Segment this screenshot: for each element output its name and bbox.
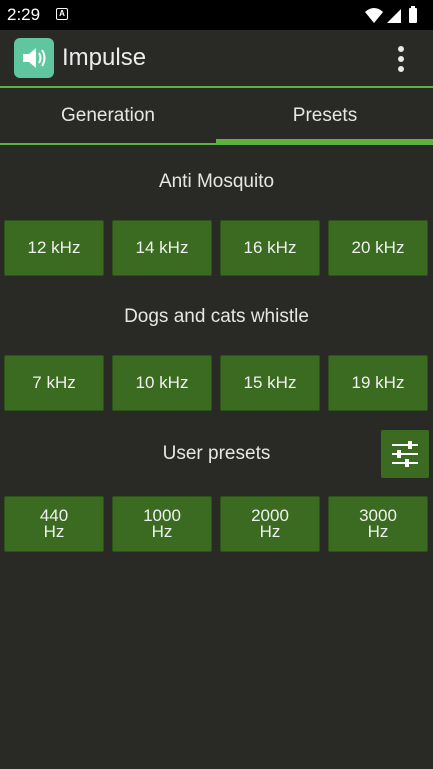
section-title-user: User presets: [162, 443, 271, 464]
preset-button-dogs-1[interactable]: 7 kHz: [4, 355, 104, 411]
user-preset-button-1[interactable]: 440 Hz: [4, 496, 104, 552]
user-preset-button-2[interactable]: 1000 Hz: [112, 496, 212, 552]
section-title-mosquito: Anti Mosquito: [158, 171, 275, 192]
app-bar: Impulse: [0, 30, 433, 88]
preset-button-mosquito-1[interactable]: 12 kHz: [4, 220, 104, 276]
signal-icon: [387, 9, 401, 23]
battery-icon: [409, 6, 417, 23]
section-title-dogs: Dogs and cats whistle: [124, 306, 309, 327]
preset-button-mosquito-3[interactable]: 16 kHz: [220, 220, 320, 276]
app-title: Impulse: [62, 44, 147, 71]
preset-button-dogs-2[interactable]: 10 kHz: [112, 355, 212, 411]
preset-unit: Hz: [43, 522, 65, 541]
sliders-icon[interactable]: [381, 430, 429, 478]
status-bar: 2:29 A: [0, 0, 433, 30]
tab-generation[interactable]: Generation: [0, 88, 216, 144]
tab-presets[interactable]: Presets: [217, 88, 433, 144]
wifi-icon: [365, 8, 383, 23]
tab-divider: [0, 143, 216, 145]
preset-button-dogs-4[interactable]: 19 kHz: [328, 355, 428, 411]
tab-bar: Generation Presets: [0, 88, 433, 146]
user-preset-button-4[interactable]: 3000 Hz: [328, 496, 428, 552]
preset-unit: Hz: [259, 522, 281, 541]
preset-unit: Hz: [151, 522, 173, 541]
preset-unit: Hz: [367, 522, 389, 541]
user-preset-button-3[interactable]: 2000 Hz: [220, 496, 320, 552]
more-vert-icon[interactable]: [387, 44, 415, 74]
status-icons: [365, 6, 417, 23]
status-time: 2:29: [7, 5, 41, 24]
preset-button-dogs-3[interactable]: 15 kHz: [220, 355, 320, 411]
speaker-icon: [14, 38, 54, 78]
preset-button-mosquito-4[interactable]: 20 kHz: [328, 220, 428, 276]
notification-icon: A: [56, 8, 68, 20]
preset-button-mosquito-2[interactable]: 14 kHz: [112, 220, 212, 276]
active-tab-indicator: [216, 139, 433, 145]
